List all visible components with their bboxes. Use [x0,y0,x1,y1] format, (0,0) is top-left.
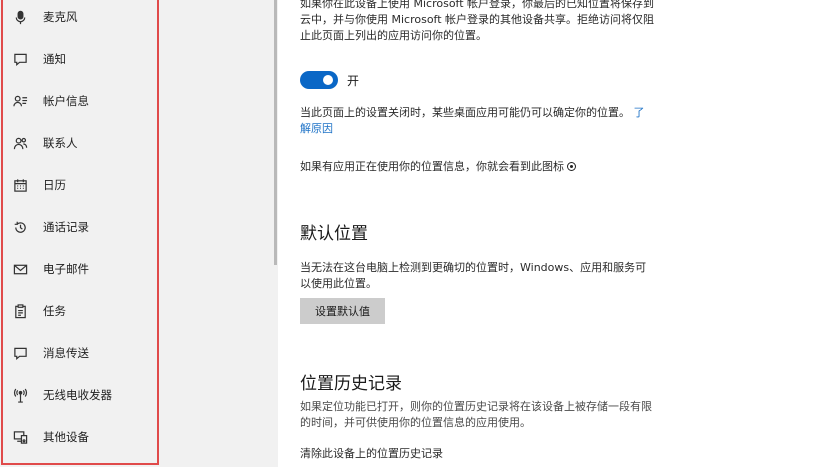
clear-history-label: 清除此设备上的位置历史记录 [300,447,443,460]
contacts-icon [12,135,28,151]
sidebar-item-label: 通知 [43,52,66,66]
tasks-icon [12,303,28,319]
sidebar-item-calendar[interactable]: 日历 [12,171,157,199]
default-location-line: 当无法在这台电脑上检测到更确切的位置时，Windows、应用和服务可 [300,261,647,274]
sidebar-item-label: 任务 [43,304,66,318]
sidebar-item-radio[interactable]: 无线电收发器 [12,381,157,409]
location-intro-text: 如果你在此设备上使用 Microsoft 帐户登录，你最后的已知位置将保存到 云… [300,0,695,44]
note-text: 当此页面上的设置关闭时，某些桌面应用可能仍可以确定你的位置。 [300,106,630,119]
radio-icon [12,387,28,403]
history-line: 如果定位功能已打开，则你的位置历史记录将在该设备上被存储一段有限 [300,400,652,413]
toggle-knob [323,75,333,85]
sidebar-item-messaging[interactable]: 消息传送 [12,339,157,367]
location-history-description: 如果定位功能已打开，则你的位置历史记录将在该设备上被存储一段有限 的时间，并可供… [300,399,695,431]
sidebar-item-tasks[interactable]: 任务 [12,297,157,325]
sidebar-item-label: 联系人 [43,136,78,150]
sidebar-item-label: 电子邮件 [43,262,89,276]
location-in-use-icon [567,162,576,171]
learn-why-link[interactable]: 了 [634,106,645,119]
sidebar-item-label: 通话记录 [43,220,89,234]
learn-why-link-continued[interactable]: 解原因 [300,122,333,135]
sidebar-item-call-history[interactable]: 通话记录 [12,213,157,241]
notification-icon [12,51,28,67]
desktop-apps-note: 当此页面上的设置关闭时，某些桌面应用可能仍可以确定你的位置。 了 解原因 [300,105,695,137]
default-location-heading: 默认位置 [300,224,368,244]
sidebar-item-label: 帐户信息 [43,94,89,108]
sidebar-item-contacts[interactable]: 联系人 [12,129,157,157]
sidebar-item-label: 麦克风 [43,10,78,24]
email-icon [12,261,28,277]
sidebar-item-microphone[interactable]: 麦克风 [12,3,157,31]
set-default-button[interactable]: 设置默认值 [300,298,385,324]
sidebar-item-label: 其他设备 [43,430,89,444]
sidebar-item-label: 日历 [43,178,66,192]
location-toggle-switch[interactable] [300,71,338,89]
default-location-description: 当无法在这台电脑上检测到更确切的位置时，Windows、应用和服务可 以使用此位… [300,260,695,292]
sidebar-item-email[interactable]: 电子邮件 [12,255,157,283]
sidebar-item-notification[interactable]: 通知 [12,45,157,73]
sidebar-scrollbar[interactable] [274,0,277,265]
sidebar-item-other-devices[interactable]: 其他设备 [12,423,157,451]
intro-line: 止此页面上列出的应用访问你的位置。 [300,29,487,42]
history-line: 的时间，并可供使用你的位置信息的应用使用。 [300,416,531,429]
sidebar-item-label: 消息传送 [43,346,89,360]
account-info-icon [12,93,28,109]
location-icon-note: 如果有应用正在使用你的位置信息，你就会看到此图标 [300,159,695,175]
sidebar: 麦克风 通知 帐户信息 联系人 日历 通话记录 电子邮件 任务 消息传送 无线电… [0,0,278,467]
other-devices-icon [12,429,28,445]
sidebar-item-label: 无线电收发器 [43,388,112,402]
call-history-icon [12,219,28,235]
default-location-line: 以使用此位置。 [300,277,377,290]
intro-line: 云中，并与你使用 Microsoft 帐户登录的其他设备共享。拒绝访问将仅阻 [300,13,655,26]
microphone-icon [12,9,28,25]
location-history-heading: 位置历史记录 [300,374,402,394]
messaging-icon [12,345,28,361]
icon-note-text: 如果有应用正在使用你的位置信息，你就会看到此图标 [300,160,564,173]
toggle-state-label: 开 [347,74,360,88]
calendar-icon [12,177,28,193]
sidebar-item-account-info[interactable]: 帐户信息 [12,87,157,115]
intro-line: 如果你在此设备上使用 Microsoft 帐户登录，你最后的已知位置将保存到 [300,0,655,10]
